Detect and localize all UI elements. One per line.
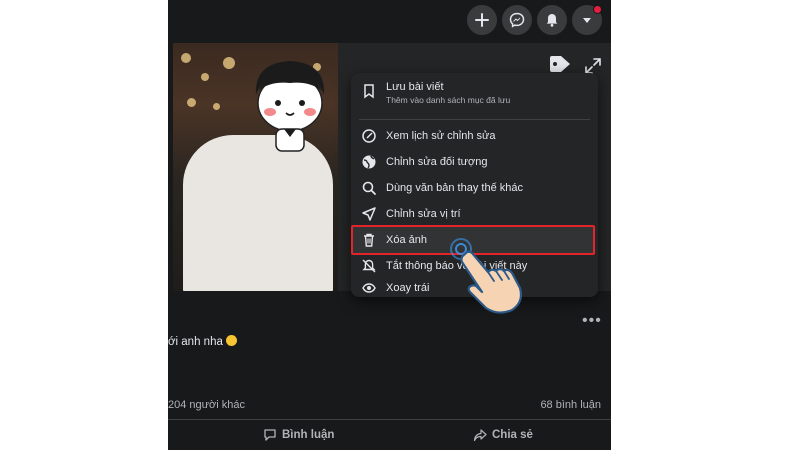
more-options-icon[interactable]: •••: [582, 312, 602, 330]
bell-off-icon: [360, 257, 378, 275]
comment-button[interactable]: Bình luận: [263, 428, 334, 442]
chevron-down-icon: [583, 18, 591, 23]
bookmark-icon: [360, 82, 378, 100]
cartoon-face-sticker: [255, 61, 325, 152]
menu-item-label: Xóa ảnh: [386, 234, 427, 246]
reactions-count[interactable]: 204 người khác: [168, 399, 245, 411]
account-menu-button[interactable]: [572, 5, 602, 35]
bokeh-light: [201, 73, 209, 81]
messenger-icon: [509, 12, 525, 28]
comment-label: Bình luận: [282, 429, 335, 441]
menu-divider: [359, 119, 590, 120]
post-photo[interactable]: [173, 43, 338, 291]
notification-dot: [593, 5, 602, 14]
plus-icon: [475, 13, 489, 27]
bell-icon: [546, 14, 558, 27]
caption-text: ới anh nha: [168, 336, 223, 348]
menu-item-label: Lưu bài viết: [386, 81, 444, 93]
share-button[interactable]: Chia sẻ: [473, 428, 533, 442]
menu-item-save-post[interactable]: Lưu bài viết Thêm vào danh sách mục đã l…: [351, 78, 598, 116]
share-icon: [473, 429, 487, 442]
menu-item-label: Dùng văn bản thay thế khác: [386, 182, 523, 194]
menu-item-edit-audience[interactable]: Chỉnh sửa đối tượng: [351, 149, 598, 175]
menu-item-edit-history[interactable]: Xem lịch sử chỉnh sửa: [351, 123, 598, 149]
menu-item-sublabel: Thêm vào danh sách mục đã lưu: [386, 95, 511, 105]
bokeh-light: [223, 57, 235, 69]
bokeh-light: [187, 98, 196, 107]
emoji-icon: [225, 335, 237, 346]
tag-icon[interactable]: [548, 54, 572, 74]
menu-item-label: Chỉnh sửa đối tượng: [386, 156, 488, 168]
facebook-window: Lưu bài viết Thêm vào danh sách mục đã l…: [168, 0, 611, 450]
history-icon: [360, 127, 378, 145]
post-caption: ới anh nha: [168, 335, 237, 348]
pointing-hand-icon: [450, 238, 523, 314]
menu-item-alt-text[interactable]: Dùng văn bản thay thế khác: [351, 175, 598, 201]
globe-icon: [360, 153, 378, 171]
person-shirt: [183, 135, 333, 291]
menu-item-label: Chỉnh sửa vị trí: [386, 208, 461, 220]
bokeh-light: [181, 53, 191, 63]
search-icon: [360, 179, 378, 197]
location-arrow-icon: [360, 205, 378, 223]
share-label: Chia sẻ: [492, 429, 533, 441]
trash-icon: [360, 231, 378, 249]
create-button[interactable]: [467, 5, 497, 35]
actions-divider: [168, 419, 611, 420]
menu-item-label: Xem lịch sử chỉnh sửa: [386, 130, 496, 142]
comments-count[interactable]: 68 bình luận: [540, 399, 601, 411]
notifications-button[interactable]: [537, 5, 567, 35]
messenger-button[interactable]: [502, 5, 532, 35]
menu-item-label: Xoay trái: [386, 282, 430, 294]
comment-icon: [264, 429, 276, 441]
bokeh-light: [213, 103, 220, 110]
rotate-icon: [360, 279, 378, 297]
menu-item-edit-location[interactable]: Chỉnh sửa vị trí: [351, 201, 598, 227]
